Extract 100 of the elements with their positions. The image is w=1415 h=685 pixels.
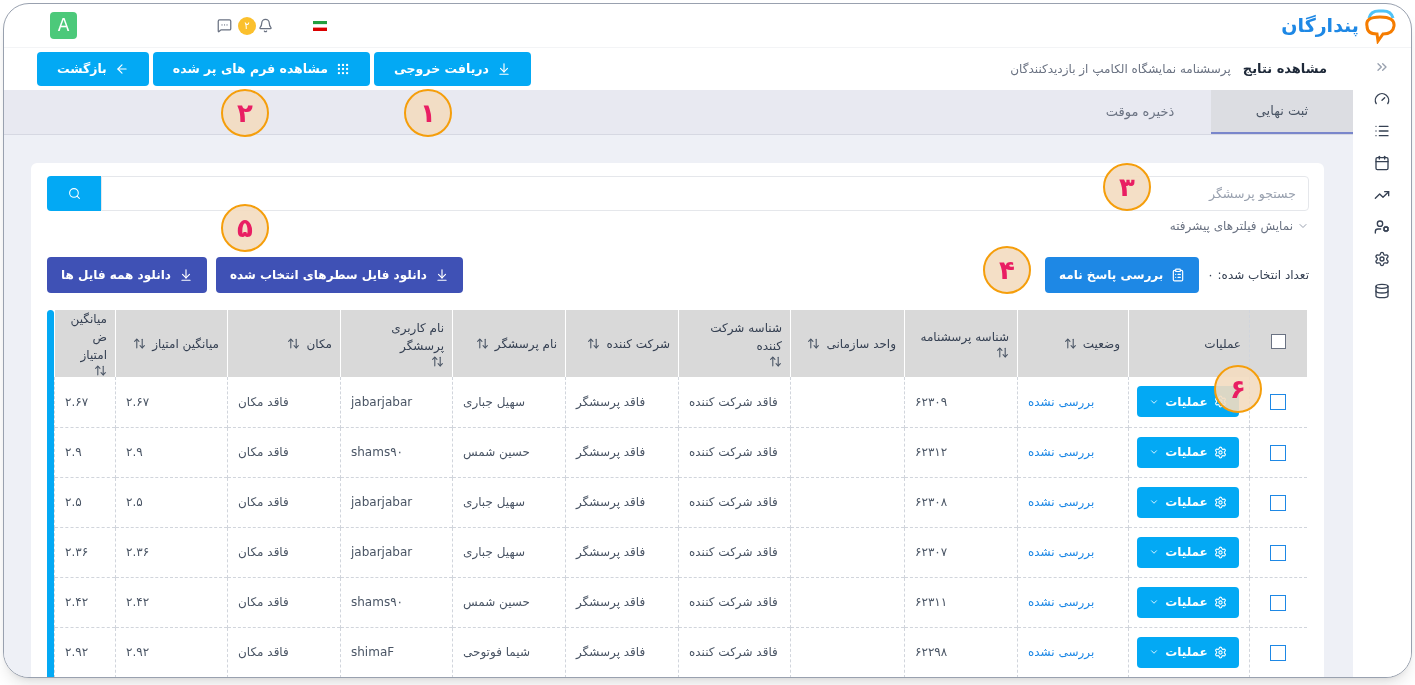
gear-icon	[1213, 545, 1227, 559]
column-header[interactable]: مکان	[306, 334, 332, 353]
column-header[interactable]: وضعیت	[1082, 334, 1120, 353]
table-cell: سهیل جباری	[463, 495, 525, 509]
sort-icon[interactable]	[769, 355, 782, 368]
gear-icon	[1213, 445, 1227, 459]
grid-icon	[335, 62, 350, 76]
back-button[interactable]: بازگشت	[37, 52, 149, 86]
column-header: عملیات	[1204, 335, 1241, 353]
user-settings-icon[interactable]	[1374, 219, 1390, 235]
gear-icon	[1213, 645, 1227, 659]
table-cell: فاقد مکان	[238, 445, 289, 459]
status-link[interactable]: بررسی نشده	[1028, 545, 1095, 559]
column-header[interactable]: شناسه شرکت کننده	[687, 319, 782, 355]
database-icon[interactable]	[1374, 283, 1390, 299]
column-header[interactable]: میانگین امتیاز	[152, 334, 219, 353]
status-link[interactable]: بررسی نشده	[1028, 445, 1095, 459]
sort-icon[interactable]	[94, 364, 107, 377]
table-cell: jabarjabar	[351, 495, 413, 509]
column-header[interactable]: میانگین ض امتیاز	[63, 310, 107, 364]
table-cell: حسین شمس	[463, 445, 530, 459]
clipboard-icon	[1171, 268, 1186, 282]
bell-icon[interactable]	[258, 18, 273, 33]
table-cell: jabarjabar	[351, 394, 413, 409]
table-cell: فاقد مکان	[238, 495, 289, 509]
row-checkbox[interactable]	[1270, 444, 1287, 461]
table-cell: فاقد پرسشگر	[576, 445, 646, 459]
table-cell: ۲.۹	[126, 445, 143, 459]
actions-dropdown-button[interactable]: عملیات	[1137, 636, 1239, 668]
table-cell: فاقد شرکت کننده	[689, 595, 778, 609]
column-header[interactable]: نام پرسشگر	[494, 334, 557, 353]
table-cell: ۲.۹۲	[65, 645, 89, 659]
table-cell: ۲.۳۶	[126, 545, 150, 559]
tab[interactable]: ثبت نهایی	[1211, 90, 1353, 134]
table-cell: ۲.۵	[126, 495, 143, 509]
arrow-left-icon	[114, 62, 129, 76]
select-all-checkbox[interactable]	[1270, 333, 1286, 349]
settings-icon[interactable]	[1374, 251, 1390, 267]
actions-dropdown-button[interactable]: عملیات	[1137, 586, 1239, 618]
gauge-icon[interactable]	[1374, 91, 1390, 107]
calendar-icon[interactable]	[1374, 155, 1390, 171]
row-checkbox[interactable]	[1270, 594, 1287, 611]
review-answers-button[interactable]: بررسی پاسخ نامه	[1044, 257, 1200, 293]
gear-icon	[1213, 595, 1227, 609]
actions-dropdown-button[interactable]: عملیات	[1137, 536, 1239, 568]
download-selected-button[interactable]: دانلود فایل سطرهای انتخاب شده	[215, 257, 463, 293]
row-checkbox[interactable]	[1270, 494, 1287, 511]
sort-icon[interactable]	[587, 337, 601, 350]
sort-icon[interactable]	[996, 346, 1009, 359]
table-cell: فاقد پرسشگر	[576, 495, 646, 509]
flag-icon	[313, 20, 327, 31]
list-icon[interactable]	[1374, 123, 1390, 139]
caret-icon	[1149, 597, 1160, 607]
row-checkbox[interactable]	[1270, 544, 1287, 561]
status-link[interactable]: بررسی نشده	[1028, 495, 1095, 509]
table-cell: shams۹۰	[351, 445, 404, 459]
table-cell: فاقد شرکت کننده	[689, 445, 778, 459]
sort-icon[interactable]	[1063, 337, 1077, 350]
table-cell: ۶۲۳۰۹	[915, 394, 948, 409]
actions-dropdown-button[interactable]: عملیات	[1137, 486, 1239, 518]
table-cell: ۲.۴۲	[65, 595, 89, 609]
sort-icon[interactable]	[431, 355, 444, 368]
tab[interactable]: ذخیره موقت	[1069, 90, 1211, 134]
sort-icon[interactable]	[807, 337, 821, 350]
sort-icon[interactable]	[287, 337, 301, 350]
status-link[interactable]: بررسی نشده	[1028, 394, 1095, 409]
sort-icon[interactable]	[475, 337, 489, 350]
table-cell: ۶۲۳۰۷	[915, 545, 948, 559]
download-all-button[interactable]: دانلود همه فایل ها	[47, 257, 207, 293]
table-cell: فاقد شرکت کننده	[689, 645, 778, 659]
table-cell: فاقد پرسشگر	[576, 595, 646, 609]
column-header[interactable]: شناسه پرسشنامه	[920, 328, 1009, 346]
table-cell: ۲.۹	[65, 445, 82, 459]
table-cell: ۲.۴۲	[126, 595, 150, 609]
row-checkbox[interactable]	[1270, 644, 1287, 661]
sort-icon[interactable]	[133, 337, 147, 350]
table-cell: فاقد پرسشگر	[576, 645, 646, 659]
actions-dropdown-button[interactable]: عملیات	[1137, 436, 1239, 468]
page-subtitle: پرسشنامه نمایشگاه الکامپ از بازدیدکنندگان	[1010, 61, 1231, 79]
table-cell: shimaF	[351, 645, 395, 659]
table-cell: ۲.۶۷	[65, 394, 89, 409]
caret-icon	[1149, 447, 1160, 457]
avatar[interactable]: A	[50, 12, 77, 39]
table-cell: ۶۲۳۱۲	[915, 445, 948, 459]
table-cell: فاقد شرکت کننده	[689, 394, 778, 409]
chat-icon[interactable]	[217, 18, 232, 33]
status-link[interactable]: بررسی نشده	[1028, 645, 1095, 659]
table-cell: ۶۲۳۰۸	[915, 495, 948, 509]
table-cell: فاقد مکان	[238, 645, 289, 659]
export-button[interactable]: دریافت خروجی	[373, 52, 531, 86]
table-cell: ۲.۳۶	[65, 545, 89, 559]
table-cell: ۲.۹۲	[126, 645, 150, 659]
column-header[interactable]: واحد سازمانی	[826, 334, 896, 353]
table-cell: فاقد مکان	[238, 394, 289, 409]
row-checkbox[interactable]	[1270, 394, 1287, 411]
view-forms-button[interactable]: مشاهده فرم های پر شده	[152, 52, 370, 86]
status-link[interactable]: بررسی نشده	[1028, 595, 1095, 609]
column-header[interactable]: شرکت کننده	[606, 334, 670, 353]
advanced-filters-link[interactable]: نمایش فیلترهای پیشرفته	[1169, 217, 1293, 235]
column-header[interactable]: نام کاربری پرسشگر	[349, 319, 444, 355]
